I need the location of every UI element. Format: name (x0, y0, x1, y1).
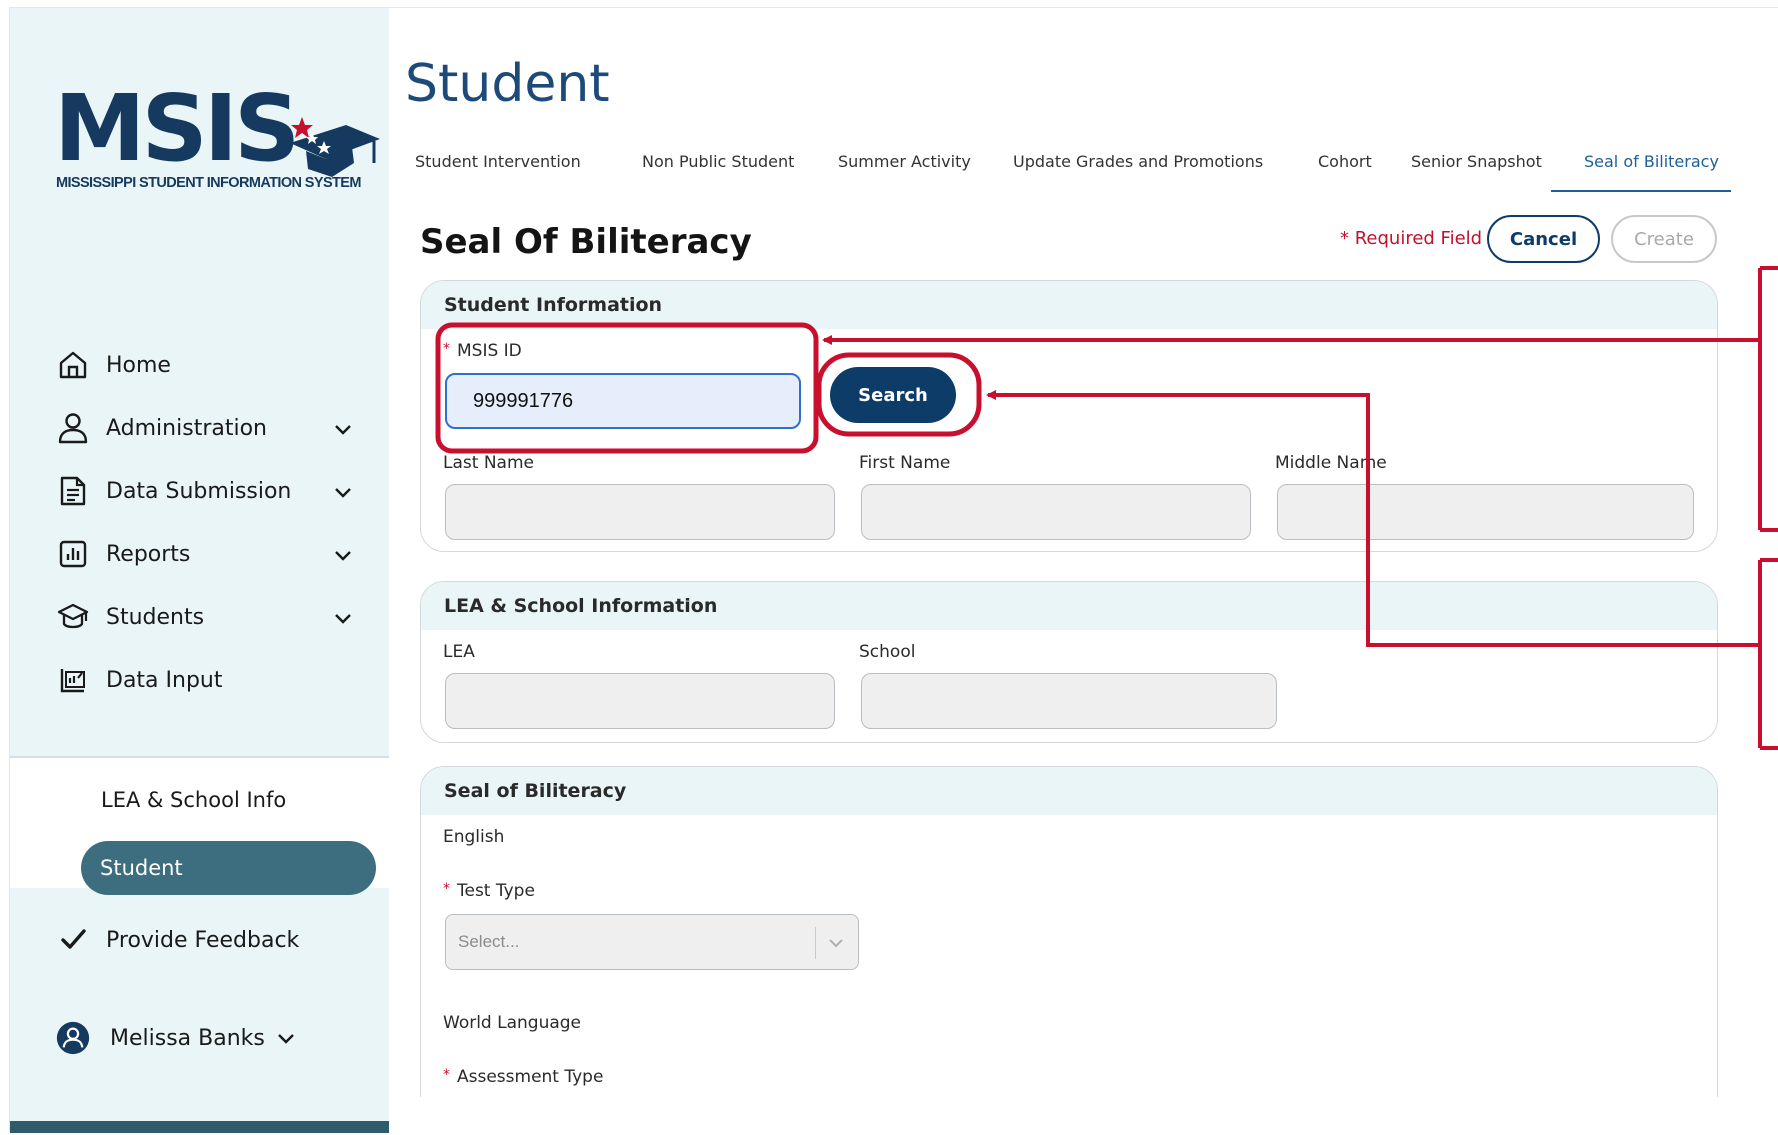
tab-student-intervention[interactable]: Student Intervention (415, 152, 581, 171)
chevron-down-icon[interactable] (275, 1027, 297, 1049)
graduation-cap-logo-icon (290, 117, 380, 177)
bar-chart-icon (56, 537, 90, 571)
nav-students-label: Students (106, 604, 205, 630)
user-icon (56, 411, 90, 445)
lea-school-information-card: LEA & School Information LEA School (420, 581, 1718, 743)
document-icon (56, 474, 90, 508)
student-information-card: Student Information * MSIS ID 999991776 S… (420, 280, 1718, 552)
first-name-field[interactable] (861, 484, 1251, 540)
last-name-label: Last Name (443, 453, 534, 473)
nav-data-submission[interactable]: Data Submission (56, 471, 376, 511)
active-tab-indicator (1551, 190, 1731, 192)
msis-id-label: * MSIS ID (443, 341, 522, 361)
nav-provide-feedback[interactable]: Provide Feedback (56, 920, 376, 960)
submenu-student-active[interactable]: Student (81, 841, 376, 895)
required-field-note: * Required Field (1340, 228, 1483, 249)
nav-administration[interactable]: Administration (56, 408, 376, 448)
chevron-down-icon[interactable] (332, 418, 354, 440)
nav-provide-feedback-label: Provide Feedback (106, 927, 300, 953)
select-divider (815, 927, 816, 959)
data-input-submenu: LEA & School Info Student (10, 756, 389, 895)
tab-seal-of-biliteracy[interactable]: Seal of Biliteracy (1584, 152, 1719, 171)
bottom-mask (389, 1097, 1778, 1135)
test-type-placeholder: Select... (458, 932, 520, 951)
school-label: School (859, 642, 916, 662)
sidebar: MSIS MISSISSIPPI STUDENT INFORMATION SYS… (10, 8, 389, 1133)
seal-of-biliteracy-header: Seal of Biliteracy (421, 767, 1717, 815)
tab-non-public-student[interactable]: Non Public Student (642, 152, 794, 171)
cancel-button[interactable]: Cancel (1487, 215, 1600, 263)
tab-cohort[interactable]: Cohort (1318, 152, 1372, 171)
tab-summer-activity[interactable]: Summer Activity (838, 152, 971, 171)
msis-id-input[interactable]: 999991776 (445, 373, 801, 429)
school-field[interactable] (861, 673, 1277, 729)
assessment-type-label: * Assessment Type (443, 1067, 604, 1087)
data-input-icon (56, 663, 90, 697)
seal-of-biliteracy-card: Seal of Biliteracy English * Test Type Se… (420, 766, 1718, 1135)
logo-subtitle: MISSISSIPPI STUDENT INFORMATION SYSTEM (56, 175, 361, 191)
first-name-label: First Name (859, 453, 951, 473)
tab-senior-snapshot[interactable]: Senior Snapshot (1411, 152, 1542, 171)
nav-home[interactable]: Home (56, 345, 376, 385)
msis-logo[interactable]: MSIS MISSISSIPPI STUDENT INFORMATION SYS… (54, 75, 380, 203)
last-name-field[interactable] (445, 484, 835, 540)
nav-data-input[interactable]: Data Input (56, 660, 376, 700)
chevron-down-icon[interactable] (826, 933, 846, 953)
test-type-label: * Test Type (443, 881, 535, 901)
create-button[interactable]: Create (1611, 215, 1717, 263)
graduation-cap-icon (56, 600, 90, 634)
nav-data-submission-label: Data Submission (106, 478, 292, 504)
chevron-down-icon[interactable] (332, 544, 354, 566)
chevron-down-icon[interactable] (332, 481, 354, 503)
home-icon (56, 348, 90, 382)
submenu-lea-school-info[interactable]: LEA & School Info (101, 788, 286, 812)
middle-name-field[interactable] (1277, 484, 1694, 540)
english-section-label: English (443, 827, 505, 847)
nav-students[interactable]: Students (56, 597, 376, 637)
nav-administration-label: Administration (106, 415, 267, 441)
search-button[interactable]: Search (830, 367, 956, 423)
chevron-down-icon[interactable] (332, 607, 354, 629)
nav-reports-label: Reports (106, 541, 191, 567)
avatar (56, 1021, 90, 1055)
lea-school-information-header: LEA & School Information (421, 582, 1717, 630)
checkmark-icon (56, 923, 90, 957)
form-title: Seal Of Biliteracy (420, 222, 752, 262)
student-information-header: Student Information (421, 281, 1717, 329)
nav-home-label: Home (106, 352, 171, 378)
logo-wordmark: MSIS (54, 75, 300, 182)
tab-update-grades[interactable]: Update Grades and Promotions (1013, 152, 1263, 171)
world-language-section-label: World Language (443, 1013, 582, 1033)
nav-reports[interactable]: Reports (56, 534, 376, 574)
nav-data-input-label: Data Input (106, 667, 223, 693)
lea-label: LEA (443, 642, 475, 662)
page-title: Student (405, 54, 610, 114)
user-menu[interactable]: Melissa Banks (56, 1018, 376, 1058)
user-name: Melissa Banks (110, 1025, 265, 1051)
middle-name-label: Middle Name (1275, 453, 1387, 473)
sidebar-footer-bar (10, 1121, 389, 1133)
lea-field[interactable] (445, 673, 835, 729)
test-type-select[interactable]: Select... (445, 914, 859, 970)
